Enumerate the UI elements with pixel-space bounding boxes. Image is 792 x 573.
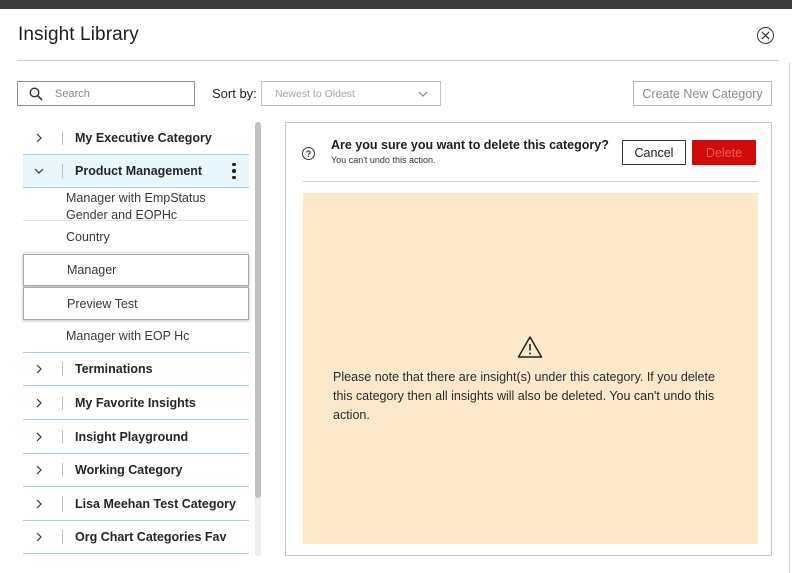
tree-scrollbar[interactable] xyxy=(255,122,261,556)
row-separator xyxy=(62,497,63,511)
category-tree: My Executive Category Product Management… xyxy=(23,122,250,560)
close-button[interactable] xyxy=(757,27,774,44)
chevron-down-icon[interactable] xyxy=(23,168,55,174)
category-label: Product Management xyxy=(75,164,203,178)
create-category-button[interactable]: Create New Category xyxy=(633,81,772,106)
insight-item[interactable]: Preview Test xyxy=(23,287,249,320)
warning-triangle-icon xyxy=(517,336,543,358)
category-row[interactable]: Lisa Meehan Test Category xyxy=(23,488,249,521)
category-label: Working Category xyxy=(75,463,183,477)
chevron-right-icon[interactable] xyxy=(23,432,55,442)
category-row[interactable]: My Favorite Insights xyxy=(23,387,249,420)
confirm-subtitle: You can't undo this action. xyxy=(331,155,436,165)
question-circle-icon: ? xyxy=(302,147,315,160)
panel-divider xyxy=(303,181,758,182)
delete-confirm-panel: ? Are you sure you want to delete this c… xyxy=(285,122,772,556)
category-label: My Executive Category xyxy=(75,131,212,145)
category-row[interactable]: My Executive Category xyxy=(23,122,249,155)
category-row[interactable]: Working Category xyxy=(23,454,249,487)
category-label: My Favorite Insights xyxy=(75,396,196,410)
chevron-down-icon xyxy=(418,91,428,97)
insight-label: Manager with EOP Hc xyxy=(66,329,190,343)
insight-label: Country xyxy=(66,229,110,244)
category-row[interactable]: Org Chart Categories Fav xyxy=(23,521,249,554)
window-top-bar xyxy=(0,0,792,9)
more-options-icon[interactable] xyxy=(224,162,244,180)
cancel-button[interactable]: Cancel xyxy=(622,140,686,165)
insight-item[interactable]: Country xyxy=(23,221,249,253)
panel-edge xyxy=(789,63,790,573)
category-label: Insight Playground xyxy=(75,430,189,444)
row-separator xyxy=(62,396,63,410)
row-separator xyxy=(62,164,63,178)
insight-item[interactable]: Manager xyxy=(23,254,249,286)
row-separator xyxy=(62,463,63,477)
chevron-right-icon[interactable] xyxy=(23,532,55,542)
chevron-right-icon[interactable] xyxy=(23,499,55,509)
insight-label: Preview Test xyxy=(67,296,138,311)
sort-label: Sort by: xyxy=(212,86,257,101)
insight-item[interactable]: Manager with EOP Hc xyxy=(23,320,249,353)
insight-label: Manager with EmpStatus Gender and EOPHc xyxy=(66,191,206,222)
row-separator xyxy=(62,430,63,444)
chevron-right-icon[interactable] xyxy=(23,398,55,408)
category-row-selected[interactable]: Product Management xyxy=(23,155,249,188)
scrollbar-thumb[interactable] xyxy=(255,122,261,498)
warning-message: Please note that there are insight(s) un… xyxy=(333,370,715,422)
category-label: Lisa Meehan Test Category xyxy=(75,497,236,511)
chevron-right-icon[interactable] xyxy=(23,133,55,143)
search-icon xyxy=(29,86,49,101)
category-label: Org Chart Categories Fav xyxy=(75,530,227,544)
chevron-right-icon[interactable] xyxy=(23,465,55,475)
category-row[interactable]: Insight Playground xyxy=(23,421,249,454)
category-label: Terminations xyxy=(75,362,153,376)
row-separator xyxy=(62,530,63,544)
confirm-title: Are you sure you want to delete this cat… xyxy=(331,138,609,152)
chevron-right-icon[interactable] xyxy=(23,364,55,374)
close-icon xyxy=(761,31,770,40)
row-separator xyxy=(62,362,63,376)
delete-button[interactable]: Delete xyxy=(692,140,756,165)
search-input[interactable] xyxy=(55,87,175,100)
sort-value: Newest to Oldest xyxy=(275,87,355,100)
header-divider xyxy=(17,60,779,61)
insight-item[interactable]: Manager with EmpStatus Gender and EOPHc xyxy=(23,188,249,222)
search-box[interactable] xyxy=(17,81,195,106)
category-row[interactable]: Terminations xyxy=(23,353,249,386)
warning-box: Please note that there are insight(s) un… xyxy=(303,193,758,544)
row-separator xyxy=(62,131,63,145)
dialog-title: Insight Library xyxy=(18,24,139,45)
sort-dropdown[interactable]: Newest to Oldest xyxy=(261,81,441,106)
insight-label: Manager xyxy=(67,263,117,277)
